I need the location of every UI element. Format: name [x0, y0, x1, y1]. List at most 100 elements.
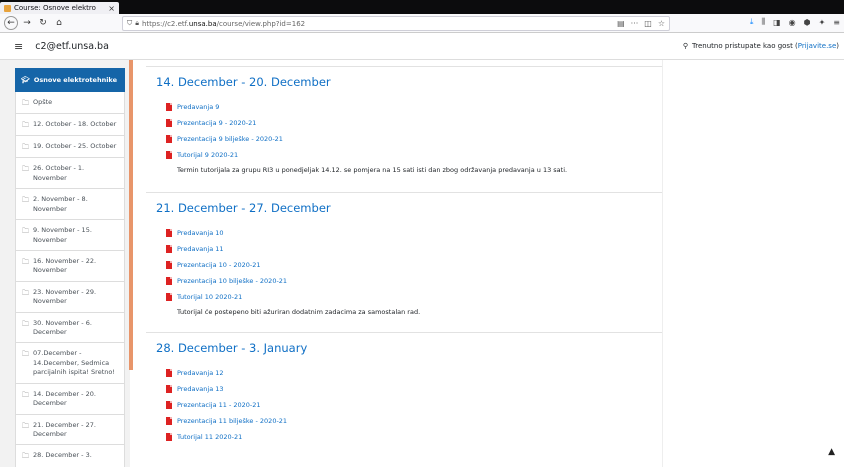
- site-name[interactable]: c2@etf.unsa.ba: [35, 41, 109, 52]
- activity-link[interactable]: Prezentacija 11 - 2020-21: [177, 401, 261, 409]
- right-blank-area: [662, 60, 844, 467]
- nav-section-item[interactable]: 🗀︎ 16. November - 22. November: [15, 250, 125, 282]
- nav-section-label: 9. November - 15. November: [33, 226, 92, 244]
- activity-link[interactable]: Predavanja 13: [177, 385, 224, 393]
- nav-course-home[interactable]: 🎓︎ Osnove elektrotehnike: [15, 68, 125, 92]
- pdf-icon[interactable]: [166, 229, 172, 237]
- url-text[interactable]: https://c2.etf.unsa.ba/course/view.php?i…: [142, 20, 617, 28]
- folder-icon: 🗀︎: [22, 319, 29, 328]
- pdf-icon[interactable]: [166, 245, 172, 253]
- nav-section-label: 30. November - 6. December: [33, 318, 92, 337]
- activity-item: Predavanja 10: [156, 225, 662, 241]
- nav-section-label: 26. October - 1. November: [33, 164, 85, 182]
- nav-section-item[interactable]: 🗀︎ 23. November - 29. November: [15, 281, 125, 313]
- pdf-icon[interactable]: [166, 293, 172, 301]
- drawer-scrollbar[interactable]: [129, 60, 133, 370]
- download-icon[interactable]: ⤓: [750, 17, 754, 27]
- activity-link[interactable]: Predavanja 10: [177, 229, 224, 237]
- nav-section-label: 23. November - 29. November: [33, 287, 97, 306]
- folder-icon: 🗀︎: [22, 452, 29, 461]
- bookmark-star-icon[interactable]: ☆: [658, 19, 665, 28]
- folder-icon: 🗀︎: [22, 257, 29, 266]
- lock-icon[interactable]: 🔒︎: [135, 19, 139, 28]
- course-nav-drawer: 🎓︎ Osnove elektrotehnike 🗀︎ Opšte 🗀︎ 12. Oc…: [0, 60, 130, 467]
- pocket-icon[interactable]: ◫: [644, 19, 652, 28]
- guest-login-info: ⚲ Trenutno pristupate kao gost (Prijavit…: [682, 42, 839, 50]
- nav-section-label: 07.December - 14.December, Sedmica parci…: [33, 349, 115, 377]
- pdf-icon[interactable]: [166, 119, 172, 127]
- pdf-icon[interactable]: [166, 433, 172, 441]
- activity-item: Prezentacija 10 - 2020-21: [156, 257, 662, 273]
- activity-link[interactable]: Tutorijal 9 2020-21: [177, 151, 238, 159]
- forward-arrow-icon[interactable]: →: [20, 16, 34, 30]
- activity-item: Prezentacija 11 bilješke - 2020-21: [156, 413, 662, 429]
- arrow-up-icon[interactable]: ▲: [828, 447, 835, 457]
- home-icon[interactable]: ⌂: [52, 16, 66, 30]
- activity-item: Prezentacija 9 - 2020-21: [156, 115, 662, 131]
- extension-icon[interactable]: ◉: [789, 18, 796, 27]
- activity-link[interactable]: Prezentacija 10 bilješke - 2020-21: [177, 277, 287, 285]
- nav-section-item[interactable]: 🗀︎ 07.December - 14.December, Sedmica par…: [15, 343, 125, 384]
- nav-section-item[interactable]: 🗀︎ 2. November - 8. November: [15, 189, 125, 221]
- section-title: 21. December - 27. December: [156, 201, 331, 215]
- back-arrow-icon[interactable]: ←: [4, 16, 18, 30]
- activity-link[interactable]: Prezentacija 11 bilješke - 2020-21: [177, 417, 287, 425]
- activity-link[interactable]: Prezentacija 9 - 2020-21: [177, 119, 256, 127]
- browser-tab[interactable]: Course: Osnove elektro ×: [0, 2, 119, 14]
- pdf-icon[interactable]: [166, 135, 172, 143]
- library-icon[interactable]: ⫼: [761, 17, 765, 27]
- pdf-icon[interactable]: [166, 261, 172, 269]
- activity-item: Prezentacija 10 bilješke - 2020-21: [156, 273, 662, 289]
- activity-item: Tutorijal 10 2020-21: [156, 289, 662, 305]
- close-tab-icon[interactable]: ×: [108, 4, 115, 13]
- nav-section-item[interactable]: 🗀︎ 21. December - 27. December: [15, 414, 125, 446]
- sidebar-toggle-icon[interactable]: ◨: [773, 18, 781, 27]
- nav-section-item[interactable]: 🗀︎ 28. December - 3.: [15, 445, 125, 467]
- nav-section-item[interactable]: 🗀︎ 9. November - 15. November: [15, 220, 125, 251]
- nav-section-label: 2. November - 8. November: [33, 195, 88, 213]
- nav-section-item[interactable]: 🗀︎ Opšte: [15, 92, 125, 115]
- pdf-icon[interactable]: [166, 401, 172, 409]
- reload-icon[interactable]: ↻: [36, 16, 50, 30]
- course-section: 14. December - 20. December Predavanja 9 P…: [146, 66, 662, 192]
- nav-section-item[interactable]: 🗀︎ 12. October - 18. October: [15, 114, 125, 137]
- login-link[interactable]: Prijavite.se: [798, 42, 836, 50]
- nav-section-item[interactable]: 🗀︎ 26. October - 1. November: [15, 158, 125, 190]
- course-section: 21. December - 27. December Predavanja 10…: [146, 192, 662, 332]
- nav-section-label: 21. December - 27. December: [33, 420, 96, 439]
- nav-section-item[interactable]: 🗀︎ 30. November - 6. December: [15, 312, 125, 344]
- course-content: 14. December - 20. December Predavanja 9 P…: [146, 60, 662, 467]
- pdf-icon[interactable]: [166, 103, 172, 111]
- folder-icon: 🗀︎: [22, 350, 29, 359]
- pdf-icon[interactable]: [166, 385, 172, 393]
- course-section: 28. December - 3. January Predavanja 12 Pr…: [146, 332, 662, 461]
- extension-icon-2[interactable]: ⬢: [804, 18, 811, 27]
- extension-icon-3[interactable]: ✦: [819, 18, 826, 27]
- activity-link[interactable]: Tutorijal 11 2020-21: [177, 433, 242, 441]
- menu-icon[interactable]: ≡: [833, 18, 840, 27]
- nav-section-item[interactable]: 🗀︎ 19. October - 25. October: [15, 136, 125, 159]
- pdf-icon[interactable]: [166, 417, 172, 425]
- activity-item: Tutorijal 11 2020-21: [156, 429, 662, 445]
- hamburger-menu-icon[interactable]: ≡: [14, 40, 23, 53]
- reader-view-icon[interactable]: ▤: [617, 19, 625, 28]
- url-bar[interactable]: ⛉ 🔒︎ https://c2.etf.unsa.ba/course/view.…: [122, 16, 670, 31]
- pdf-icon[interactable]: [166, 151, 172, 159]
- activity-link[interactable]: Predavanja 12: [177, 369, 224, 377]
- folder-icon: 🗀︎: [22, 288, 29, 297]
- activity-link[interactable]: Predavanja 11: [177, 245, 224, 253]
- nav-section-item[interactable]: 🗀︎ 14. December - 20. December: [15, 383, 125, 415]
- search-icon[interactable]: ⚲: [683, 42, 688, 50]
- page-actions-menu-icon[interactable]: ···: [631, 19, 639, 28]
- activity-link[interactable]: Tutorijal 10 2020-21: [177, 293, 242, 301]
- pdf-icon[interactable]: [166, 369, 172, 377]
- activity-link[interactable]: Prezentacija 9 bilješke - 2020-21: [177, 135, 283, 143]
- pdf-icon[interactable]: [166, 277, 172, 285]
- activity-item: Predavanja 13: [156, 381, 662, 397]
- browser-toolbar: ← → ↻ ⌂ ⛉ 🔒︎ https://c2.etf.unsa.ba/cour…: [0, 14, 844, 33]
- folder-icon: 🗀︎: [22, 143, 29, 152]
- shield-icon[interactable]: ⛉: [127, 19, 132, 28]
- graduation-cap-icon: 🎓︎: [21, 76, 30, 84]
- activity-link[interactable]: Prezentacija 10 - 2020-21: [177, 261, 261, 269]
- activity-link[interactable]: Predavanja 9: [177, 103, 219, 111]
